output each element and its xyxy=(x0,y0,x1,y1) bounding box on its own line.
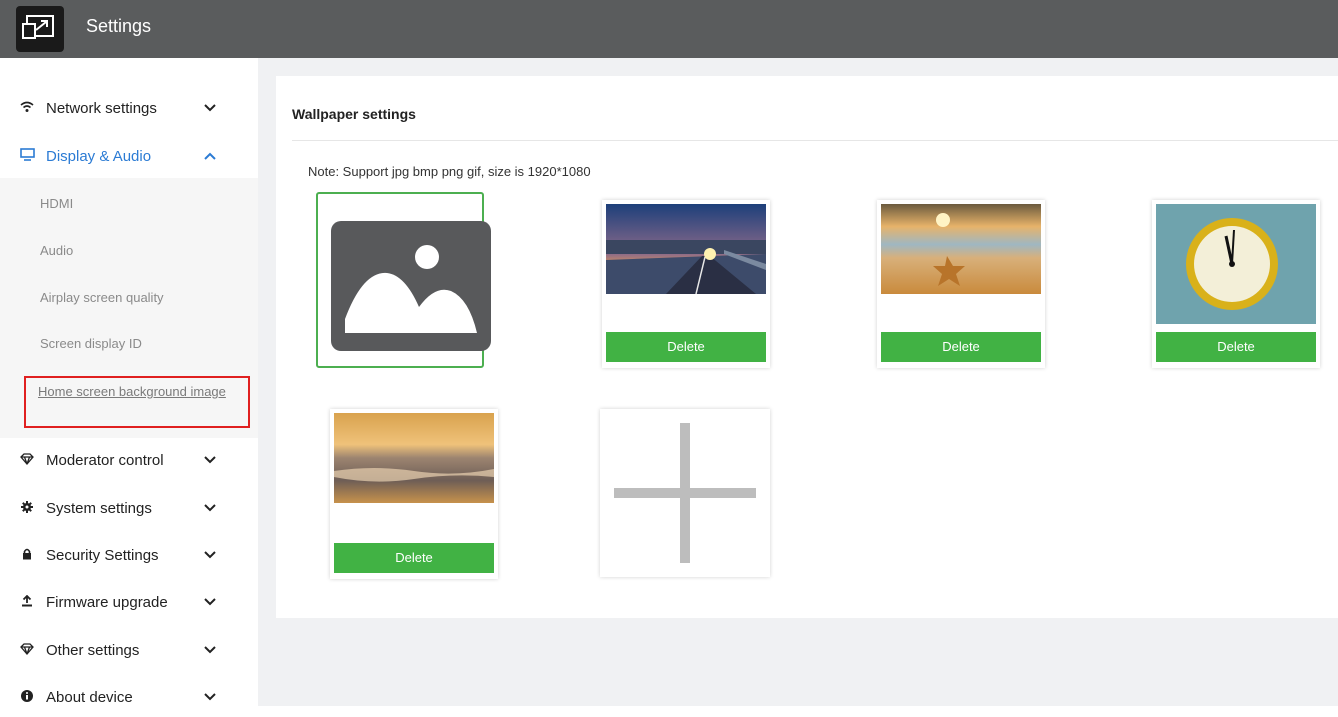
submenu-item-airplay-quality[interactable]: Airplay screen quality xyxy=(40,290,164,305)
plus-icon-vertical xyxy=(680,423,690,563)
chevron-down-icon xyxy=(200,501,220,515)
wallpaper-panel: Wallpaper settings Note: Support jpg bmp… xyxy=(276,76,1338,618)
sidebar-item-label: Security Settings xyxy=(46,546,159,564)
diamond-icon xyxy=(0,642,40,658)
delete-button[interactable]: Delete xyxy=(881,332,1041,362)
wallpaper-thumbnail xyxy=(606,204,766,294)
submenu-item-screen-display-id[interactable]: Screen display ID xyxy=(40,336,142,351)
wallpaper-thumbnail xyxy=(881,204,1041,294)
sidebar-item-security-settings[interactable]: Security Settings xyxy=(0,535,258,575)
sidebar-item-network-settings[interactable]: Network settings xyxy=(0,88,258,128)
delete-button[interactable]: Delete xyxy=(606,332,766,362)
sidebar-item-system-settings[interactable]: System settings xyxy=(0,488,258,528)
wallpaper-tile-default[interactable] xyxy=(316,192,491,368)
sidebar-item-label: Other settings xyxy=(46,641,140,659)
submenu-item-home-background[interactable]: Home screen background image xyxy=(24,376,250,428)
diamond-icon xyxy=(0,452,40,468)
app-title: Settings xyxy=(86,16,152,36)
submenu-item-audio[interactable]: Audio xyxy=(40,243,73,258)
lock-icon xyxy=(0,548,40,563)
wallpaper-tile-sea-sunset[interactable]: Delete xyxy=(330,409,498,579)
display-audio-submenu: HDMI Audio Airplay screen quality Screen… xyxy=(0,178,258,438)
chevron-down-icon xyxy=(200,101,220,115)
wallpaper-tile-wall-clock[interactable]: Delete xyxy=(1152,200,1320,368)
chevron-down-icon xyxy=(200,548,220,562)
top-bar: Settings xyxy=(0,0,1338,58)
sidebar-item-label: About device xyxy=(46,688,133,706)
screen-cast-icon xyxy=(16,6,64,52)
monitor-icon xyxy=(0,148,40,164)
main-content: Wallpaper settings Note: Support jpg bmp… xyxy=(262,58,1338,706)
image-placeholder-icon xyxy=(331,221,491,351)
sidebar: Network settings Display & Audio HDMI Au… xyxy=(0,58,262,706)
wallpaper-tile-road-sunset[interactable]: Delete xyxy=(602,200,770,368)
sidebar-item-label: System settings xyxy=(46,499,152,517)
format-note: Note: Support jpg bmp png gif, size is 1… xyxy=(308,164,591,179)
upload-icon xyxy=(0,594,40,610)
chevron-down-icon xyxy=(200,690,220,704)
sidebar-item-about-device[interactable]: About device xyxy=(0,677,258,717)
sidebar-item-firmware-upgrade[interactable]: Firmware upgrade xyxy=(0,582,258,622)
wallpaper-thumbnail xyxy=(334,413,494,503)
sidebar-item-label: Display & Audio xyxy=(46,147,152,165)
gear-icon xyxy=(0,500,40,516)
sidebar-item-label: Network settings xyxy=(46,99,157,117)
delete-button[interactable]: Delete xyxy=(1156,332,1316,362)
sidebar-item-display-audio[interactable]: Display & Audio xyxy=(0,136,258,176)
chevron-down-icon xyxy=(200,595,220,609)
info-icon xyxy=(0,689,40,705)
delete-button[interactable]: Delete xyxy=(334,543,494,573)
section-divider xyxy=(292,140,1338,141)
add-wallpaper-button[interactable] xyxy=(600,409,770,577)
chevron-down-icon xyxy=(200,453,220,467)
sidebar-item-label: Firmware upgrade xyxy=(46,593,168,611)
wallpaper-tile-starfish-beach[interactable]: Delete xyxy=(877,200,1045,368)
sidebar-item-label: Moderator control xyxy=(46,451,164,469)
section-title: Wallpaper settings xyxy=(292,106,416,122)
wallpaper-thumbnail xyxy=(1156,204,1316,324)
chevron-up-icon xyxy=(200,149,220,163)
sidebar-item-moderator-control[interactable]: Moderator control xyxy=(0,440,258,480)
chevron-down-icon xyxy=(200,643,220,657)
submenu-item-hdmi[interactable]: HDMI xyxy=(40,196,73,211)
sidebar-item-other-settings[interactable]: Other settings xyxy=(0,630,258,670)
wifi-icon xyxy=(0,101,40,116)
